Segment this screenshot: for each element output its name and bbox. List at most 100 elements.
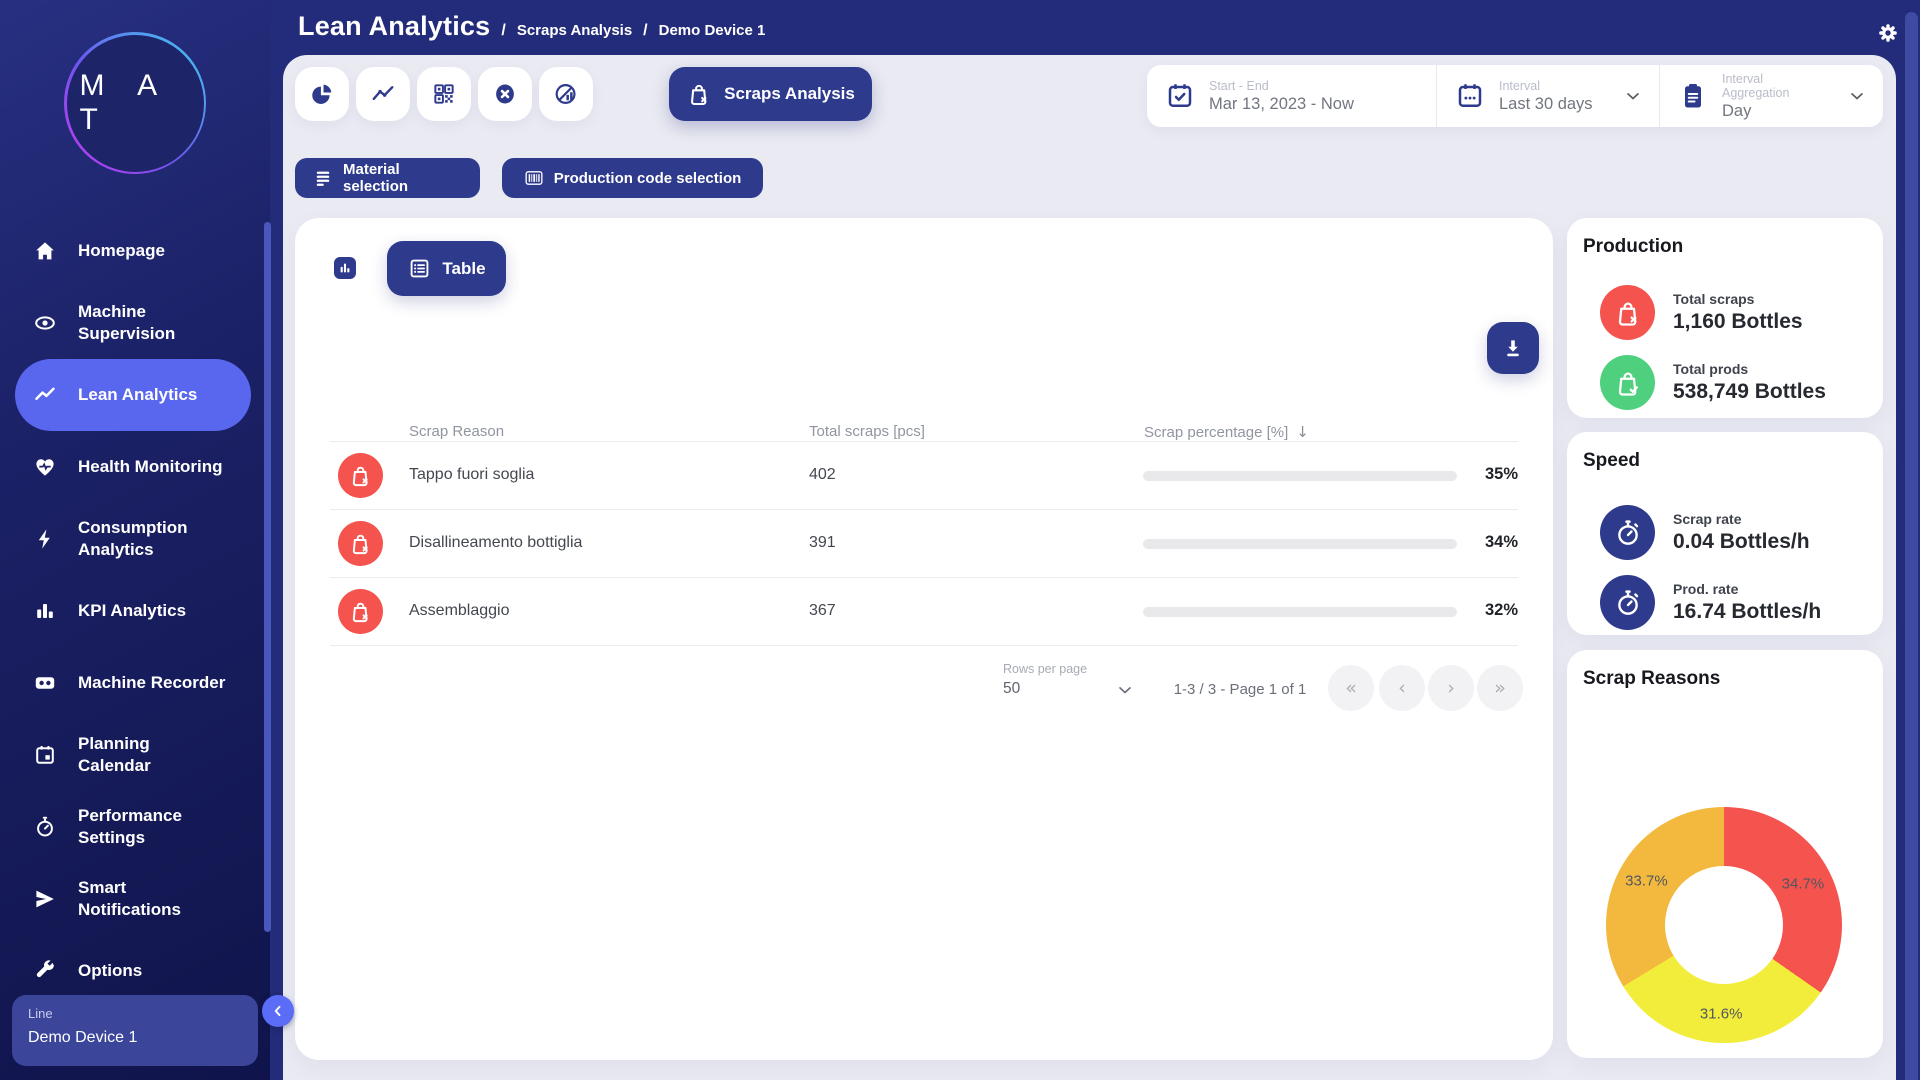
table-row[interactable]: Assemblaggio 367 32% — [330, 578, 1518, 645]
chevron-down-icon[interactable] — [1115, 680, 1135, 700]
lightning-bolt-icon — [33, 527, 57, 551]
chart-view-toggle-button[interactable] — [334, 257, 356, 279]
production-card: Production Total scraps 1,160 Bottles To… — [1567, 218, 1883, 418]
pagination-range-label: 1-3 / 3 - Page 1 of 1 — [1155, 681, 1325, 698]
table-list-icon — [407, 256, 432, 281]
total-prods-value: 538,749 Bottles — [1673, 380, 1826, 404]
last-page-button[interactable]: » — [1477, 665, 1523, 711]
sidebar: M A T Homepage Machine Supervision Lean … — [0, 0, 270, 1080]
line-chart-view-button[interactable] — [356, 67, 410, 121]
stopwatch-icon — [1600, 505, 1655, 560]
bag-x-icon — [338, 453, 383, 498]
column-header-scrap-percentage[interactable]: Scrap percentage [%] ↓ — [1144, 423, 1309, 441]
sidebar-item-lean-analytics[interactable]: Lean Analytics — [15, 359, 251, 431]
bag-x-icon — [338, 521, 383, 566]
scrap-reasons-title: Scrap Reasons — [1583, 668, 1720, 690]
interval-filter[interactable]: Interval Last 30 days — [1436, 65, 1659, 127]
sidebar-collapse-button[interactable] — [262, 995, 294, 1027]
scrap-percentage-bar — [1143, 471, 1457, 481]
scrap-reasons-card: Scrap Reasons 34.7% 31.6% 33.7% — [1567, 650, 1883, 1058]
start-end-filter[interactable]: Start - End Mar 13, 2023 - Now — [1147, 65, 1436, 127]
production-code-selection-label: Production code selection — [554, 170, 742, 187]
total-scraps-stat: Total scraps 1,160 Bottles — [1600, 285, 1803, 340]
rows-per-page-label: Rows per page — [1003, 662, 1087, 676]
window-scrollbar[interactable] — [1905, 12, 1918, 1080]
scrap-percentage-bar — [1143, 539, 1457, 549]
table-row[interactable]: Tappo fuori soglia 402 35% — [330, 442, 1518, 509]
table-view-toggle-button[interactable]: Table — [387, 241, 506, 296]
paper-plane-icon — [33, 887, 57, 911]
x-circle-view-button[interactable] — [478, 67, 532, 121]
mat-logo-text: M A T — [67, 69, 204, 137]
table-view-toggle-label: Table — [442, 259, 485, 279]
scrap-reason-cell: Assemblaggio — [409, 602, 510, 620]
sidebar-item-machine-supervision[interactable]: Machine Supervision — [0, 287, 270, 359]
qr-code-icon — [431, 81, 457, 107]
donut-hole — [1665, 866, 1783, 984]
sidebar-nav: Homepage Machine Supervision Lean Analyt… — [0, 215, 270, 1007]
speed-card: Speed Scrap rate 0.04 Bottles/h Prod. ra… — [1567, 432, 1883, 635]
material-selection-button[interactable]: Material selection — [295, 158, 480, 198]
total-scraps-label: Total scraps — [1673, 291, 1803, 307]
first-page-button[interactable]: « — [1328, 665, 1374, 711]
scraps-analysis-tab[interactable]: Scraps Analysis — [669, 67, 872, 121]
pie-chart-view-button[interactable] — [295, 67, 349, 121]
download-button[interactable] — [1487, 322, 1539, 374]
page-title: Lean Analytics — [298, 11, 490, 42]
gauge-chart-view-button[interactable] — [539, 67, 593, 121]
interval-aggregation-filter[interactable]: Interval Aggregation Day — [1659, 65, 1883, 127]
bag-x-icon — [338, 589, 383, 634]
sidebar-item-health-monitoring[interactable]: Health Monitoring — [0, 431, 270, 503]
start-end-label: Start - End — [1209, 79, 1420, 93]
donut-segment-label: 34.7% — [1782, 875, 1825, 892]
scrap-percentage-bar — [1143, 607, 1457, 617]
breadcrumb-scraps-analysis[interactable]: Scraps Analysis — [517, 22, 632, 39]
home-icon — [33, 239, 57, 263]
line-chart-icon — [370, 81, 396, 107]
sidebar-item-smart-notifications[interactable]: Smart Notifications — [0, 863, 270, 935]
wrench-icon — [33, 959, 57, 983]
next-page-button[interactable]: › — [1428, 665, 1474, 711]
bag-x-icon — [1600, 285, 1655, 340]
scrap-reasons-donut[interactable]: 34.7% 31.6% 33.7% — [1606, 807, 1842, 1043]
scrap-rate-value: 0.04 Bottles/h — [1673, 530, 1810, 554]
speed-card-title: Speed — [1583, 450, 1640, 472]
interval-aggregation-value: Day — [1722, 102, 1833, 121]
sidebar-item-consumption-analytics[interactable]: Consumption Analytics — [0, 503, 270, 575]
interval-value: Last 30 days — [1499, 95, 1609, 114]
clipboard-icon — [1678, 81, 1708, 111]
device-card[interactable]: Line Demo Device 1 — [12, 995, 258, 1066]
production-code-selection-button[interactable]: Production code selection — [502, 158, 763, 198]
bag-x-icon — [686, 81, 712, 107]
heart-pulse-icon — [33, 455, 57, 479]
settings-gear-button[interactable] — [1868, 13, 1908, 53]
donut-segment-label: 33.7% — [1625, 873, 1668, 890]
scrap-percentage-cell: 35% — [1485, 465, 1518, 484]
content-panel: Scraps Analysis Start - End Mar 13, 2023… — [283, 55, 1896, 1080]
scrap-rate-stat: Scrap rate 0.04 Bottles/h — [1600, 505, 1810, 560]
scrap-percentage-cell: 32% — [1485, 601, 1518, 620]
sidebar-item-machine-recorder[interactable]: Machine Recorder — [0, 647, 270, 719]
sidebar-item-kpi-analytics[interactable]: KPI Analytics — [0, 575, 270, 647]
rows-per-page-select[interactable]: 50 — [1003, 680, 1020, 698]
sort-descending-icon: ↓ — [1296, 423, 1309, 441]
breadcrumb-demo-device[interactable]: Demo Device 1 — [659, 22, 766, 39]
previous-page-button[interactable]: ‹ — [1379, 665, 1425, 711]
column-header-total-scraps[interactable]: Total scraps [pcs] — [809, 423, 925, 440]
scraps-analysis-tab-label: Scraps Analysis — [724, 84, 855, 104]
column-header-scrap-reason[interactable]: Scrap Reason — [409, 423, 504, 440]
qr-code-view-button[interactable] — [417, 67, 471, 121]
calendar-icon — [33, 743, 57, 767]
sidebar-item-performance-settings[interactable]: Performance Settings — [0, 791, 270, 863]
sidebar-item-homepage[interactable]: Homepage — [0, 215, 270, 287]
bar-chart-icon — [33, 599, 57, 623]
table-row[interactable]: Disallineamento bottiglia 391 34% — [330, 510, 1518, 577]
gear-icon — [1876, 21, 1900, 45]
start-end-value: Mar 13, 2023 - Now — [1209, 95, 1420, 114]
x-circle-icon — [492, 81, 518, 107]
sidebar-scrollbar[interactable] — [264, 222, 271, 932]
scrap-reason-cell: Tappo fuori soglia — [409, 466, 534, 484]
stopwatch-icon — [1600, 575, 1655, 630]
sidebar-item-planning-calendar[interactable]: Planning Calendar — [0, 719, 270, 791]
cassette-icon — [33, 671, 57, 695]
